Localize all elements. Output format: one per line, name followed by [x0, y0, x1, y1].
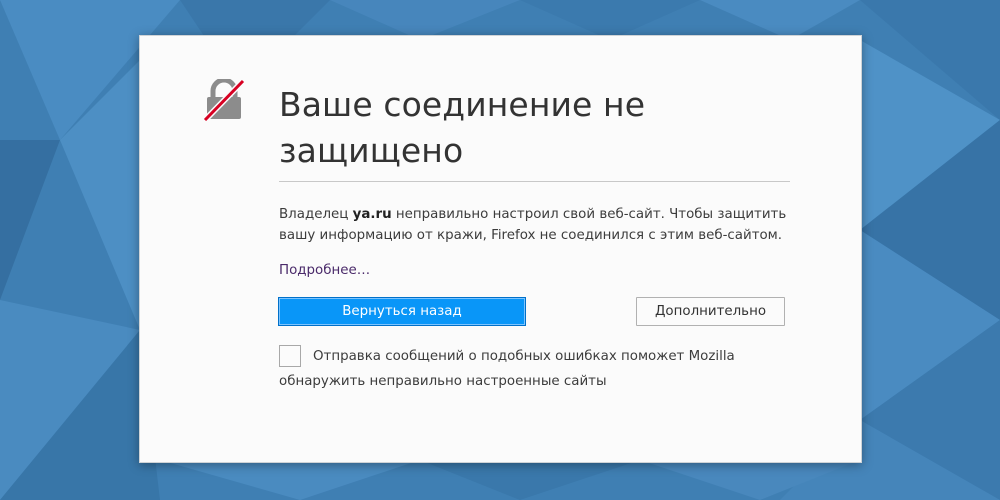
- title-divider: [279, 181, 790, 182]
- broken-lock-icon: [203, 79, 245, 121]
- page-title: Ваше соединение не защищено: [279, 85, 646, 170]
- report-checkbox-label: Отправка сообщений о подобных ошибках по…: [279, 349, 735, 389]
- report-checkbox[interactable]: [279, 345, 301, 367]
- go-back-button[interactable]: Вернуться назад: [278, 297, 526, 326]
- error-card: Ваше соединение не защищено Владелец ya.…: [139, 35, 862, 463]
- site-name: ya.ru: [352, 207, 392, 222]
- learn-more-link[interactable]: Подробнее…: [279, 261, 370, 281]
- error-description: Владелец ya.ru неправильно настроил свой…: [279, 204, 794, 246]
- advanced-button[interactable]: Дополнительно: [636, 297, 785, 326]
- description-prefix: Владелец: [279, 207, 353, 222]
